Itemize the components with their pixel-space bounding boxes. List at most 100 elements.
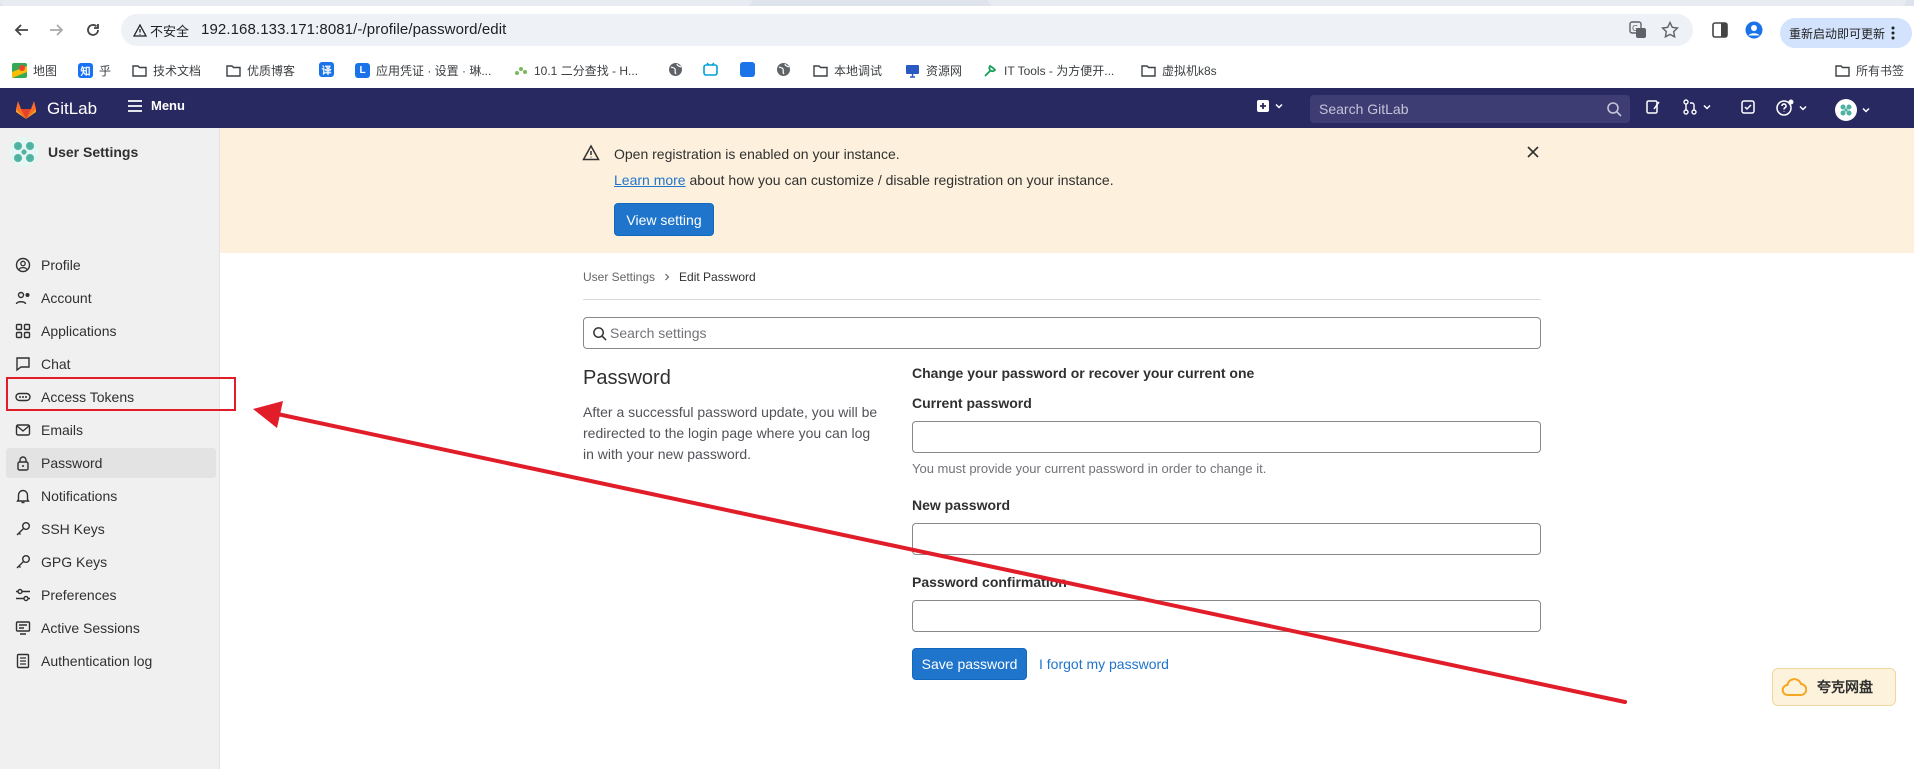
forgot-password-link[interactable]: I forgot my password — [1039, 656, 1169, 672]
sidebar-item-label: Chat — [41, 356, 71, 372]
bookmark-item[interactable] — [703, 62, 718, 77]
search-icon — [1607, 102, 1622, 117]
bookmark-item[interactable]: 资源网 — [905, 62, 962, 79]
sidebar-item-chat[interactable]: Chat — [6, 349, 216, 379]
bookmark-label: 资源网 — [926, 64, 963, 78]
sidebar-item-label: Applications — [41, 323, 117, 339]
todo-check-icon — [1741, 100, 1755, 114]
folder-icon — [226, 63, 241, 78]
gitlab-home-link[interactable]: GitLab — [14, 98, 97, 120]
sidebar-item-label: Profile — [41, 257, 81, 273]
bookmark-item[interactable]: L 应用凭证 · 设置 · 琳... — [355, 62, 491, 79]
translate-icon: 译 — [319, 62, 334, 77]
sidebar-item-label: Password — [41, 455, 103, 471]
bookmark-label: IT Tools - 为方便开... — [1004, 64, 1115, 78]
it-tools-icon — [983, 63, 998, 78]
sidebar-item-gpg-keys[interactable]: GPG Keys — [6, 547, 216, 577]
chevron-down-icon — [1703, 104, 1711, 110]
help-dropdown[interactable] — [1776, 99, 1808, 117]
bookmark-label: 虚拟机k8s — [1162, 64, 1217, 78]
translate-page-icon[interactable]: G — [1629, 21, 1647, 39]
issues-button[interactable] — [1645, 99, 1661, 115]
warning-icon — [133, 23, 147, 37]
sidebar-item-label: Notifications — [41, 488, 118, 504]
folder-icon — [813, 63, 828, 78]
bookmark-label: 优质博客 — [247, 64, 296, 78]
bookmark-item[interactable]: 地图 — [12, 62, 57, 79]
search-settings-field[interactable] — [583, 317, 1541, 349]
bookmark-star-icon[interactable] — [1661, 21, 1679, 39]
view-setting-button[interactable]: View setting — [614, 203, 714, 236]
side-panel-icon[interactable] — [1711, 21, 1729, 39]
main-menu-button[interactable]: Menu — [127, 98, 185, 113]
insecure-label: 不安全 — [150, 24, 190, 39]
breadcrumb-parent[interactable]: User Settings — [583, 270, 655, 284]
close-icon[interactable] — [1526, 145, 1540, 159]
sidebar-item-ssh-keys[interactable]: SSH Keys — [6, 514, 216, 544]
bookmarks-bar: 地图 知乎 技术文档 优质博客 译 L 应用凭证 · 设置 · 琳... 10.1 二分查找 … — [0, 54, 1914, 87]
search-settings-input[interactable] — [610, 318, 1530, 348]
reload-button[interactable] — [82, 19, 104, 41]
log-icon — [16, 653, 30, 669]
url-text[interactable]: 192.168.133.171:8081/-/profile/password/… — [201, 21, 506, 38]
bookmark-item[interactable]: 译 — [319, 62, 334, 77]
sidebar-item-password[interactable]: Password — [6, 448, 216, 478]
issues-icon — [1646, 100, 1660, 114]
current-password-field[interactable] — [912, 421, 1541, 453]
form-title: Change your password or recover your cur… — [912, 365, 1255, 381]
sidebar-item-emails[interactable]: Emails — [6, 415, 216, 445]
sidebar-item-label: Preferences — [41, 587, 117, 603]
sidebar-item-label: Emails — [41, 422, 84, 438]
bookmark-item[interactable]: 知乎 — [78, 62, 111, 79]
bookmark-item[interactable] — [776, 62, 791, 77]
sidebar-item-notifications[interactable]: Notifications — [6, 481, 216, 511]
sidebar-item-authentication-log[interactable]: Authentication log — [6, 646, 216, 676]
bookmark-item[interactable]: IT Tools - 为方便开... — [983, 62, 1114, 79]
account-icon — [15, 291, 30, 305]
forward-button[interactable] — [45, 19, 67, 41]
sidebar-item-label: Account — [41, 290, 92, 306]
bookmark-item[interactable]: 优质博客 — [226, 62, 295, 79]
merge-requests-dropdown[interactable] — [1682, 99, 1712, 115]
bookmark-item[interactable] — [668, 62, 683, 77]
bookmark-label: 地图 — [33, 64, 58, 78]
security-indicator[interactable]: 不安全 — [133, 21, 189, 40]
sidebar-item-account[interactable]: Account — [6, 283, 216, 313]
kebab-menu-icon — [1891, 26, 1895, 40]
chevron-right-icon — [665, 273, 670, 281]
all-bookmarks[interactable]: 所有书签 — [1835, 62, 1904, 79]
back-button[interactable] — [11, 19, 33, 41]
new-password-field[interactable] — [912, 523, 1541, 555]
password-confirmation-label: Password confirmation — [912, 574, 1067, 590]
current-password-label: Current password — [912, 395, 1032, 411]
address-bar[interactable]: 不安全 192.168.133.171:8081/-/profile/passw… — [121, 14, 1693, 46]
relaunch-update-button[interactable]: 重新启动即可更新 — [1780, 18, 1912, 48]
bookmark-item[interactable]: 本地调试 — [813, 62, 882, 79]
gitlab-search[interactable]: Search GitLab — [1310, 95, 1630, 123]
hamburger-icon — [128, 99, 142, 112]
sidebar-title[interactable]: User Settings — [8, 136, 138, 168]
sidebar-item-applications[interactable]: Applications — [6, 316, 216, 346]
gitlab-tanuki-icon — [16, 101, 36, 119]
password-confirmation-field[interactable] — [912, 600, 1541, 632]
todos-button[interactable] — [1740, 99, 1756, 115]
bookmark-item[interactable] — [740, 62, 755, 77]
sidebar-item-active-sessions[interactable]: Active Sessions — [6, 613, 216, 643]
bookmark-item[interactable]: 技术文档 — [132, 62, 201, 79]
quark-drive-widget[interactable]: 夸克网盘 — [1772, 668, 1896, 706]
sidebar-item-preferences[interactable]: Preferences — [6, 580, 216, 610]
alert-title: Open registration is enabled on your ins… — [614, 146, 900, 162]
update-label: 重新启动即可更新 — [1789, 26, 1886, 41]
key-icon — [16, 555, 30, 569]
learn-more-link[interactable]: Learn more — [614, 172, 686, 188]
save-password-button[interactable]: Save password — [912, 648, 1027, 680]
sidebar-item-profile[interactable]: Profile — [6, 250, 216, 280]
key-icon — [16, 522, 30, 536]
bookmark-item[interactable]: 虚拟机k8s — [1141, 62, 1217, 79]
user-menu-dropdown[interactable] — [1835, 99, 1871, 121]
sidebar-item-label: SSH Keys — [41, 521, 105, 537]
new-item-dropdown[interactable] — [1256, 99, 1284, 113]
profile-avatar-icon[interactable] — [1745, 21, 1763, 39]
lock-icon — [17, 456, 29, 471]
bookmark-item[interactable]: 10.1 二分查找 - H... — [513, 62, 638, 79]
